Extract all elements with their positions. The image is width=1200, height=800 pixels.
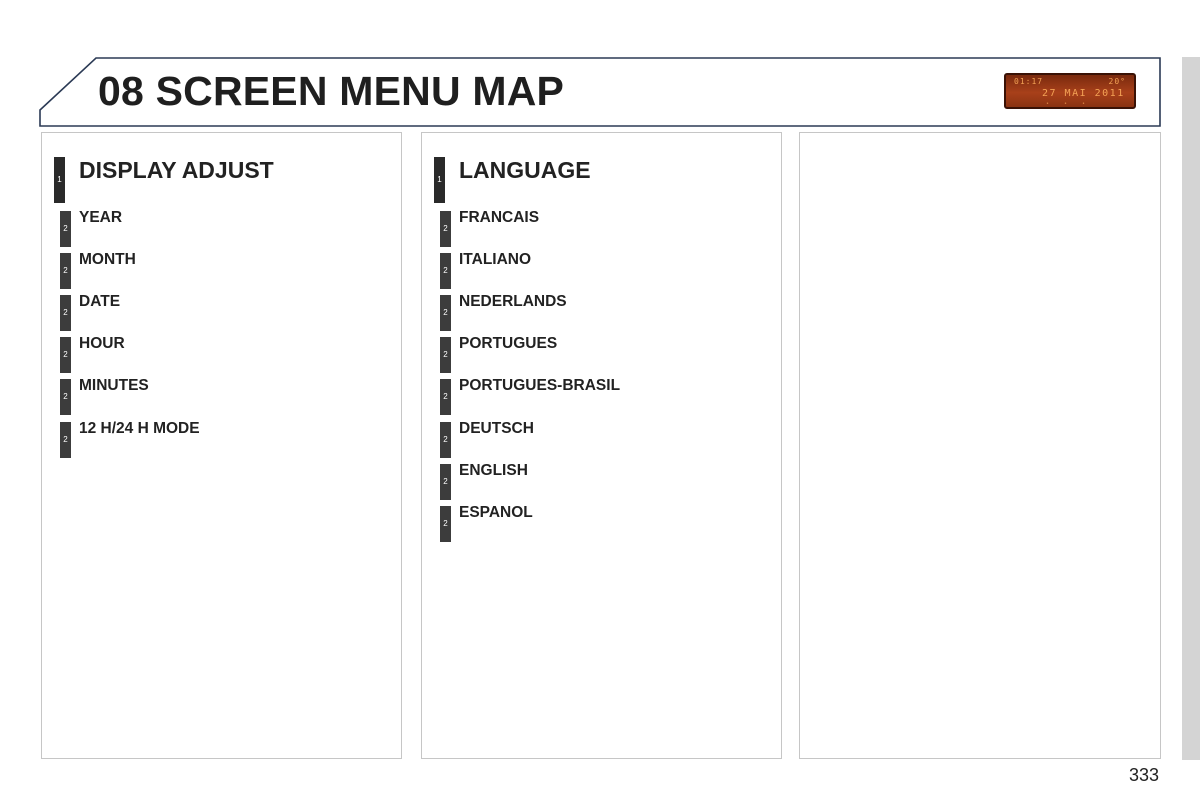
- menu-item-label: MINUTES: [79, 377, 149, 394]
- level-1-marker: 1: [434, 157, 445, 203]
- menu-item-label: ENGLISH: [459, 462, 528, 479]
- menu-item-label: MONTH: [79, 251, 136, 268]
- side-tab-strip: [1182, 57, 1200, 760]
- menu-item-label: HOUR: [79, 335, 125, 352]
- menu-item-label: PORTUGUES-BRASIL: [459, 377, 621, 394]
- menu-item-label: YEAR: [79, 209, 123, 226]
- menu-panel-display-adjust: 1 DISPLAY ADJUST 2 YEAR 2 MONTH 2 DATE 2…: [41, 132, 402, 759]
- menu-heading-label: DISPLAY ADJUST: [79, 157, 274, 183]
- level-2-marker: 2: [440, 295, 451, 331]
- level-2-marker: 2: [440, 211, 451, 247]
- level-1-marker: 1: [54, 157, 65, 203]
- level-2-marker: 2: [60, 211, 71, 247]
- menu-item-label: DATE: [79, 293, 121, 310]
- level-2-marker: 2: [440, 422, 451, 458]
- level-2-marker: 2: [60, 295, 71, 331]
- menu-item-label: PORTUGUES: [459, 335, 558, 352]
- lcd-date: 27 MAI 2011: [1042, 88, 1125, 99]
- lcd-time: 01:17: [1014, 77, 1044, 86]
- level-2-marker: 2: [60, 379, 71, 415]
- level-2-marker: 2: [60, 337, 71, 373]
- lcd-temperature: 20°: [1108, 77, 1126, 86]
- menu-item-label: ITALIANO: [459, 251, 532, 268]
- menu-panel-empty: [799, 132, 1161, 759]
- lcd-display-image: 01:17 20° 27 MAI 2011 • • •: [1004, 73, 1136, 109]
- level-2-marker: 2: [440, 253, 451, 289]
- menu-item-label: 12 H/24 H MODE: [79, 420, 200, 437]
- level-2-marker: 2: [440, 337, 451, 373]
- level-2-marker: 2: [440, 506, 451, 542]
- menu-item-label: NEDERLANDS: [459, 293, 567, 310]
- menu-item-label: FRANCAIS: [459, 209, 540, 226]
- level-2-marker: 2: [60, 253, 71, 289]
- page-number: 333: [1128, 765, 1159, 785]
- menu-heading-label: LANGUAGE: [459, 157, 591, 183]
- menu-item-label: ESPANOL: [459, 504, 533, 521]
- level-2-marker: 2: [440, 379, 451, 415]
- level-2-marker: 2: [440, 464, 451, 500]
- page-title: 08 SCREEN MENU MAP: [98, 68, 565, 114]
- level-2-marker: 2: [60, 422, 71, 458]
- lcd-indicators: • • •: [1046, 101, 1092, 107]
- menu-panel-language: 1 LANGUAGE 2 FRANCAIS 2 ITALIANO 2 NEDER…: [421, 132, 782, 759]
- menu-item-label: DEUTSCH: [459, 420, 534, 437]
